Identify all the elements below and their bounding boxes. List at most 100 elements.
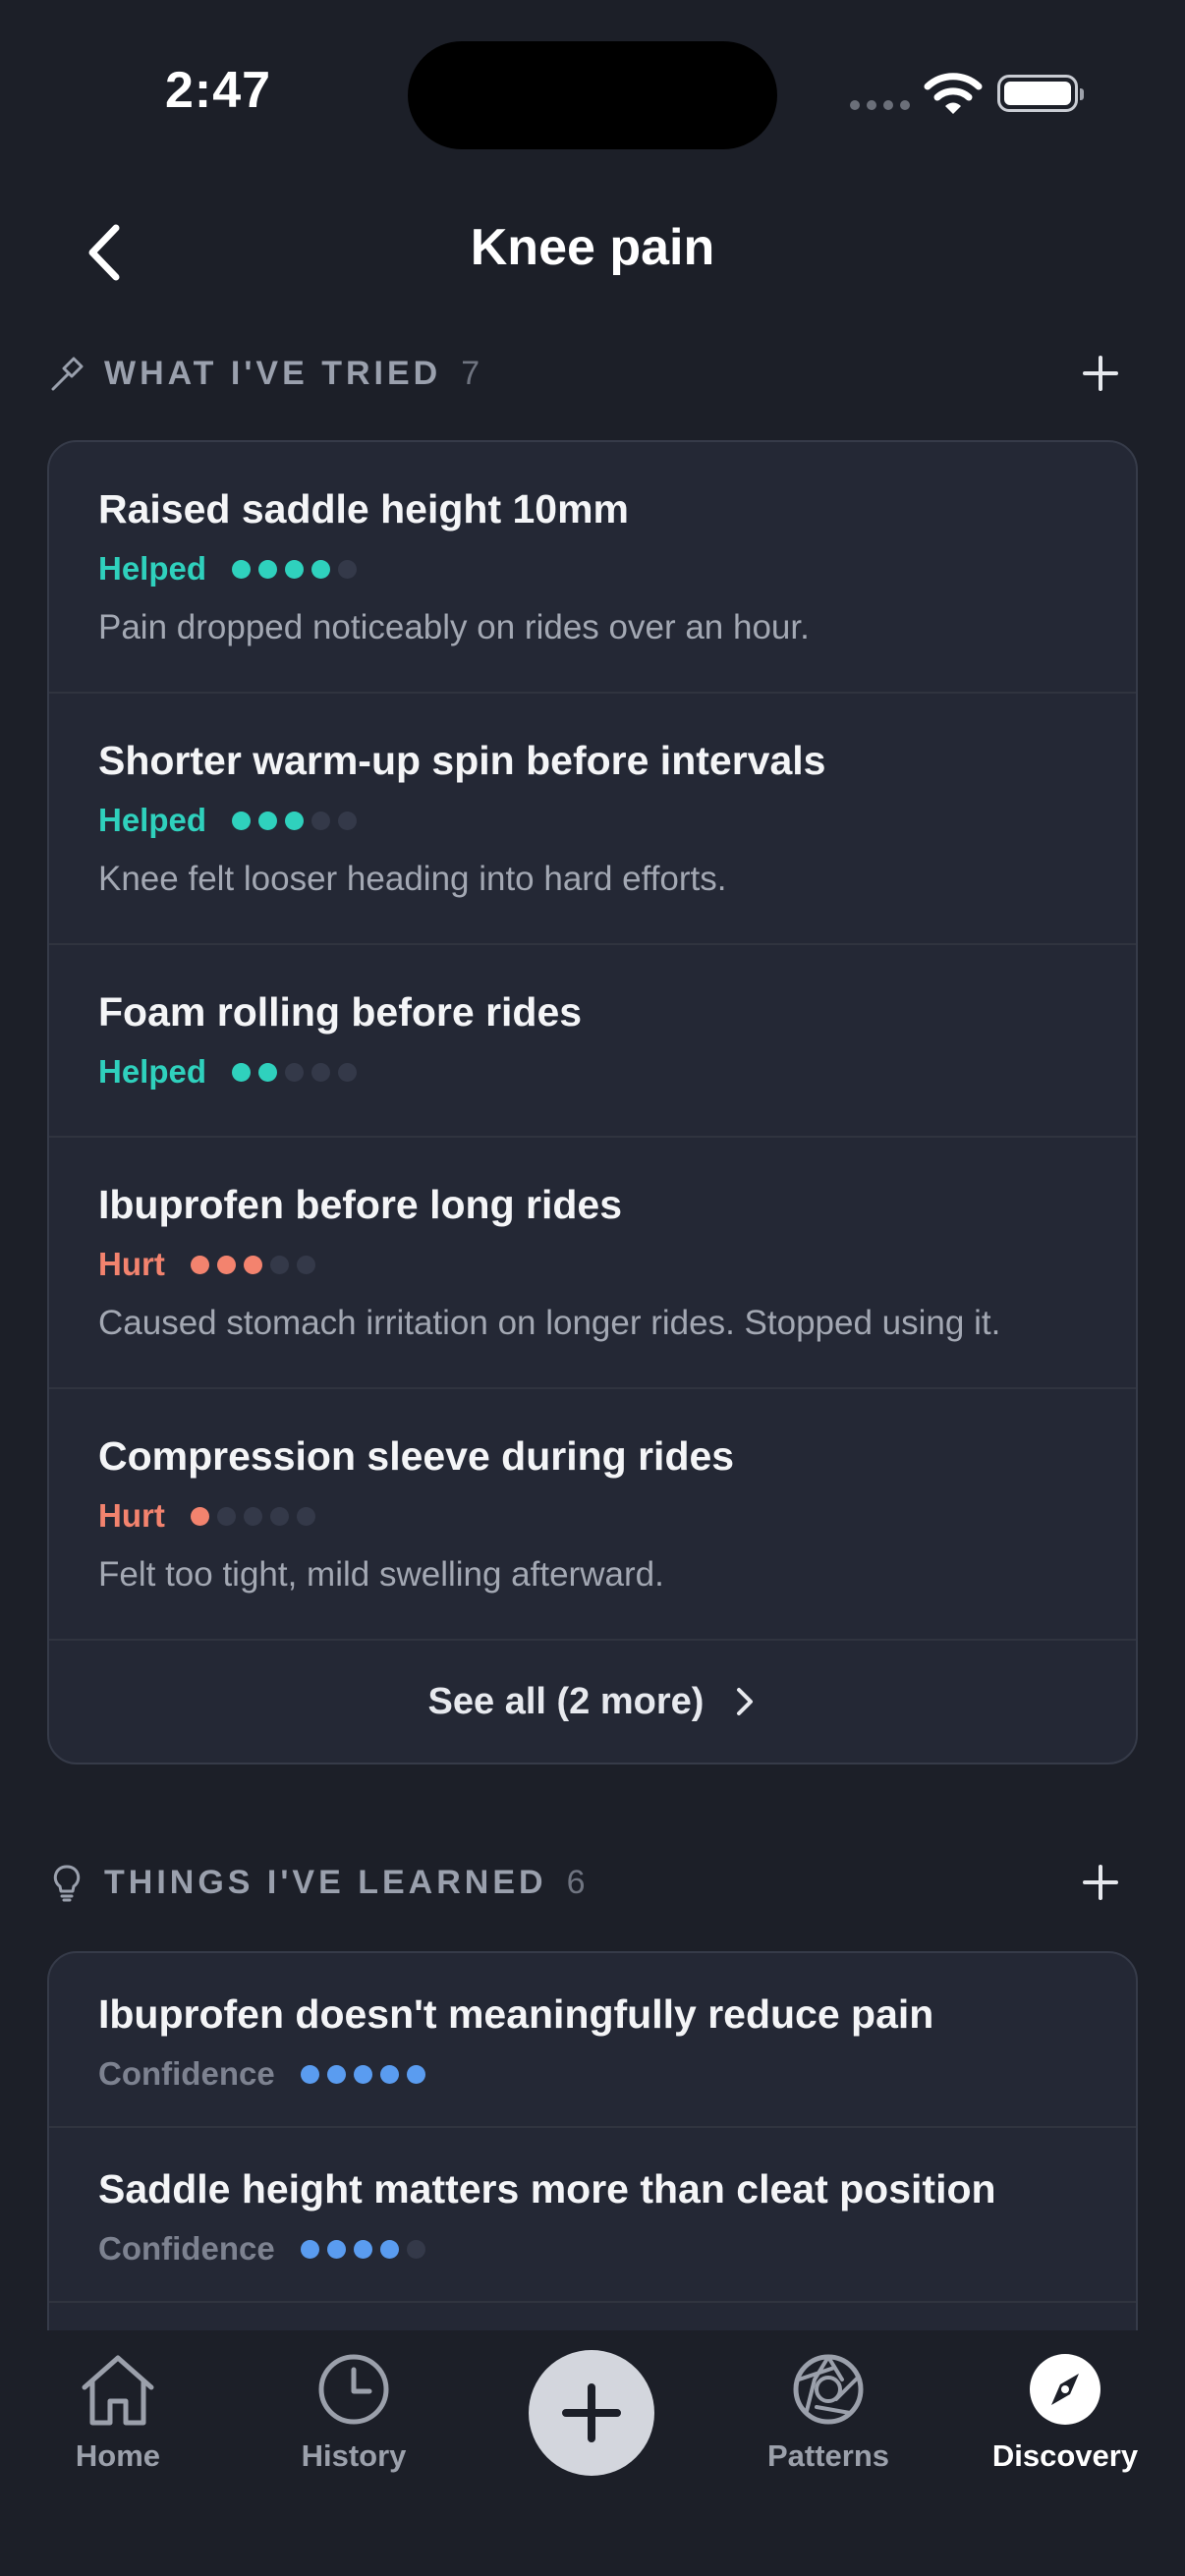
rating-dot-filled bbox=[190, 1506, 209, 1526]
see-all-button[interactable]: See all (2 more) bbox=[49, 1641, 1136, 1763]
rating-dot-empty bbox=[296, 1255, 315, 1274]
confidence-dots bbox=[300, 2239, 425, 2259]
add-learned-button[interactable] bbox=[1077, 1859, 1124, 1906]
rating-dot-filled bbox=[300, 2239, 319, 2259]
confidence-label: Confidence bbox=[98, 2230, 275, 2267]
rating-dot-empty bbox=[243, 1506, 262, 1526]
tried-item-note: Pain dropped noticeably on rides over an… bbox=[98, 608, 810, 646]
learned-item-title: Ibuprofen doesn't meaningfully reduce pa… bbox=[98, 1991, 934, 2037]
compass-icon bbox=[1030, 2354, 1100, 2425]
learned-item-title: Saddle height matters more than cleat po… bbox=[98, 2166, 996, 2212]
tried-item-title: Ibuprofen before long rides bbox=[98, 1182, 623, 1227]
rating-dot-filled bbox=[258, 559, 278, 579]
chevron-right-icon bbox=[737, 1688, 754, 1715]
rating-dots bbox=[232, 559, 358, 579]
learned-item[interactable]: Saddle height matters more than cleat po… bbox=[49, 2128, 1136, 2303]
rating-dot-filled bbox=[243, 1255, 262, 1274]
rating-label: Helped bbox=[98, 550, 207, 587]
rating-dot-filled bbox=[232, 811, 252, 830]
nav-home[interactable]: Home bbox=[20, 2350, 216, 2474]
learned-section-count: 6 bbox=[566, 1863, 586, 1901]
tried-item[interactable]: Shorter warm-up spin before intervals He… bbox=[49, 694, 1136, 945]
confidence-label: Confidence bbox=[98, 2055, 275, 2092]
rating-dot-empty bbox=[311, 1062, 331, 1082]
clock-icon bbox=[318, 2354, 389, 2425]
tried-item-note: Caused stomach irritation on longer ride… bbox=[98, 1304, 1001, 1342]
rating-label: Helped bbox=[98, 802, 207, 838]
rating-dot-filled bbox=[326, 2239, 346, 2259]
status-time: 2:47 bbox=[165, 62, 272, 119]
rating-dot-empty bbox=[406, 2239, 425, 2259]
rating-row: Helped bbox=[98, 544, 1087, 593]
nav-home-label: Home bbox=[75, 2438, 161, 2473]
rating-dot-empty bbox=[296, 1506, 315, 1526]
rating-dot-empty bbox=[285, 1062, 305, 1082]
learned-section-header: THINGS I'VE LEARNED 6 bbox=[47, 1853, 1138, 1912]
rating-dot-empty bbox=[311, 811, 331, 830]
battery-icon bbox=[997, 75, 1084, 112]
confidence-row: Confidence bbox=[98, 2224, 1087, 2273]
nav-patterns[interactable]: Patterns bbox=[730, 2350, 927, 2474]
page-title: Knee pain bbox=[470, 219, 715, 276]
rating-dot-filled bbox=[285, 811, 305, 830]
tried-item-title: Shorter warm-up spin before intervals bbox=[98, 738, 826, 783]
learned-section-title: THINGS I'VE LEARNED bbox=[104, 1863, 547, 1901]
nav-patterns-label: Patterns bbox=[766, 2438, 890, 2473]
cellular-signal-icon bbox=[850, 100, 910, 110]
wifi-icon bbox=[924, 73, 983, 114]
rating-dot-filled bbox=[326, 2064, 346, 2084]
tried-item[interactable]: Foam rolling before rides Helped bbox=[49, 945, 1136, 1138]
tried-item-note: Felt too tight, mild swelling afterward. bbox=[98, 1555, 664, 1594]
bottom-nav: Home History Patterns Discovery bbox=[0, 2330, 1185, 2576]
lightbulb-icon bbox=[53, 1865, 81, 1902]
learned-item[interactable]: Ibuprofen doesn't meaningfully reduce pa… bbox=[49, 1953, 1136, 2128]
rating-dots bbox=[232, 1062, 358, 1082]
add-tried-button[interactable] bbox=[1077, 350, 1124, 397]
rating-row: Hurt bbox=[98, 1491, 1087, 1540]
rating-label: Helped bbox=[98, 1053, 207, 1090]
rating-dots bbox=[232, 811, 358, 830]
rating-dot-filled bbox=[216, 1255, 236, 1274]
rating-row: Helped bbox=[98, 796, 1087, 845]
rating-dot-filled bbox=[232, 1062, 252, 1082]
confidence-row: Confidence bbox=[98, 2049, 1087, 2099]
tried-item-note: Knee felt looser heading into hard effor… bbox=[98, 860, 727, 898]
tried-item-title: Compression sleeve during rides bbox=[98, 1433, 735, 1479]
rating-dots bbox=[190, 1506, 315, 1526]
add-entry-button[interactable] bbox=[529, 2350, 654, 2476]
rating-dot-filled bbox=[232, 559, 252, 579]
tried-item[interactable]: Ibuprofen before long rides Hurt Caused … bbox=[49, 1138, 1136, 1389]
tried-item-title: Foam rolling before rides bbox=[98, 989, 583, 1035]
rating-dot-empty bbox=[269, 1255, 289, 1274]
aperture-icon bbox=[793, 2354, 864, 2425]
rating-dot-filled bbox=[379, 2064, 399, 2084]
nav-discovery-label: Discovery bbox=[991, 2438, 1139, 2473]
tried-item-title: Raised saddle height 10mm bbox=[98, 486, 630, 532]
see-all-label: See all (2 more) bbox=[427, 1680, 705, 1722]
plus-icon bbox=[562, 2383, 621, 2442]
confidence-dots bbox=[300, 2064, 425, 2084]
rating-dot-filled bbox=[311, 559, 331, 579]
rating-dot-filled bbox=[258, 1062, 278, 1082]
rating-row: Helped bbox=[98, 1047, 1087, 1096]
tried-card: Raised saddle height 10mm Helped Pain dr… bbox=[47, 440, 1138, 1764]
tried-item[interactable]: Compression sleeve during rides Hurt Fel… bbox=[49, 1389, 1136, 1641]
rating-dot-filled bbox=[258, 811, 278, 830]
rating-dot-filled bbox=[300, 2064, 319, 2084]
rating-dot-filled bbox=[285, 559, 305, 579]
rating-dot-empty bbox=[338, 1062, 358, 1082]
tried-section-header: WHAT I'VE TRIED 7 bbox=[47, 344, 1138, 403]
home-icon bbox=[82, 2355, 154, 2426]
rating-dot-empty bbox=[269, 1506, 289, 1526]
rating-dot-filled bbox=[353, 2239, 372, 2259]
tried-item[interactable]: Raised saddle height 10mm Helped Pain dr… bbox=[49, 442, 1136, 694]
rating-dot-empty bbox=[216, 1506, 236, 1526]
nav-discovery[interactable]: Discovery bbox=[967, 2350, 1163, 2474]
rating-dot-empty bbox=[338, 811, 358, 830]
rating-dot-filled bbox=[190, 1255, 209, 1274]
tried-section-title: WHAT I'VE TRIED bbox=[104, 354, 442, 392]
rating-dots bbox=[190, 1255, 315, 1274]
nav-history[interactable]: History bbox=[255, 2350, 452, 2474]
rating-dot-filled bbox=[353, 2064, 372, 2084]
dynamic-island bbox=[408, 41, 777, 149]
